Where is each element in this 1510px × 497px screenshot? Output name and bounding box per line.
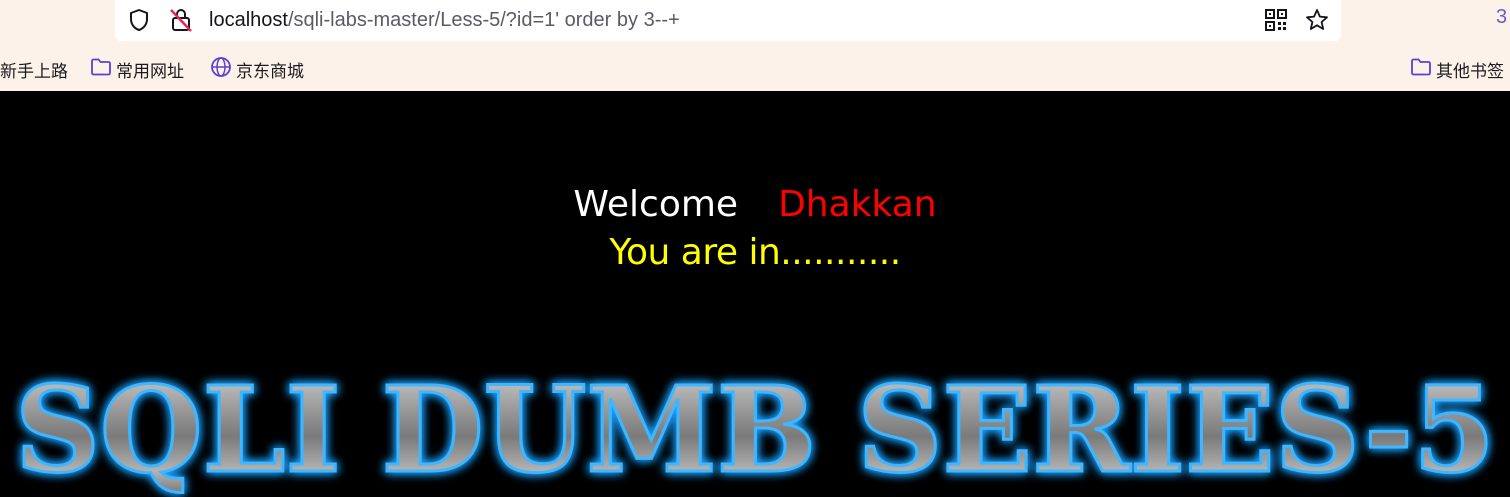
page-content: Welcome Dhakkan You are in........... SQ… [0, 91, 1510, 497]
bookmark-jd[interactable]: 京东商城 [210, 55, 304, 83]
bookmark-changyong[interactable]: 常用网址 [90, 55, 184, 83]
series-banner: SQLI DUMB SERIES-5 [14, 359, 1497, 497]
globe-icon [210, 56, 232, 83]
welcome-text: Welcome [573, 184, 739, 225]
bookmark-label: 常用网址 [116, 61, 184, 82]
qr-code-icon[interactable] [1262, 6, 1290, 34]
bookmark-label: 其他书签 [1436, 61, 1504, 82]
browser-chrome: localhost/sqli-labs-master/Less-5/?id=1'… [0, 0, 1510, 91]
user-name: Dhakkan [778, 184, 937, 225]
banner-text: SQLI DUMB SERIES-5 [15, 360, 1495, 497]
bookmark-other[interactable]: 其他书签 [1410, 55, 1504, 83]
address-bar[interactable]: localhost/sqli-labs-master/Less-5/?id=1'… [115, 0, 1341, 41]
bookmarks-toolbar: 新手上路 常用网址 京东商城 其他书签 [0, 55, 1510, 83]
status-message: You are in........... [609, 232, 901, 273]
bookmark-label: 京东商城 [236, 61, 304, 82]
url-host: localhost [209, 9, 288, 31]
url-text[interactable]: localhost/sqli-labs-master/Less-5/?id=1'… [209, 6, 680, 34]
insecure-lock-icon[interactable] [167, 6, 195, 34]
welcome-line: Welcome Dhakkan [0, 183, 1510, 227]
url-path: /sqli-labs-master/Less-5/?id=1' order by… [287, 9, 680, 31]
bookmark-label: 新手上路 [0, 61, 68, 82]
star-icon[interactable] [1303, 6, 1331, 34]
shield-icon[interactable] [125, 6, 153, 34]
folder-icon [1410, 57, 1432, 82]
extension-badge[interactable]: 3 [1496, 6, 1507, 29]
folder-icon [90, 57, 112, 82]
bookmark-xinshou[interactable]: 新手上路 [0, 55, 68, 83]
